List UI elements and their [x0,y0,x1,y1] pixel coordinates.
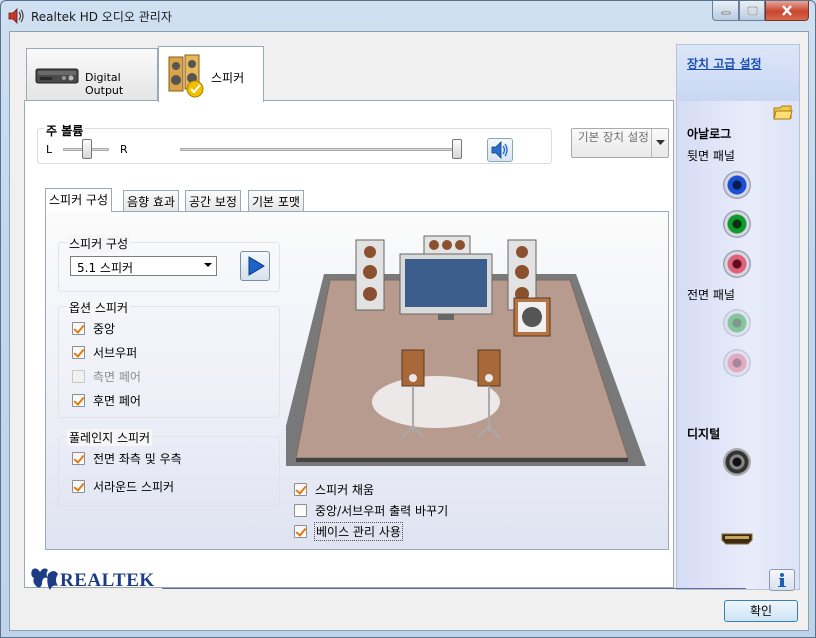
checkbox-box [72,346,85,359]
volume-slider-thumb[interactable] [452,139,462,159]
balance-right-label: R [120,143,128,156]
title-bar: Realtek HD 오디오 관리자 [1,1,815,31]
advanced-settings-header: 장치 고급 설정 [677,45,799,101]
back-panel-label: 뒷면 패널 [687,149,735,163]
front-panel-label: 전면 패널 [687,288,735,302]
checkbox-box [294,483,307,496]
checkbox-box [72,480,85,493]
play-icon [248,256,265,276]
default-device-label: 기본 장치 설정 [578,130,649,144]
minimize-icon [721,11,730,14]
volume-slider-track [180,148,458,151]
checkbox-box [72,370,85,383]
maximize-icon [746,5,758,16]
ok-button[interactable]: 확인 [724,600,798,622]
checkbox-center[interactable]: 중앙 [72,320,115,337]
balance-left-label: L [46,143,53,156]
default-device-dropdown[interactable]: 기본 장치 설정 [571,128,669,158]
balance-slider-thumb[interactable] [82,139,92,159]
jack-front-green-disabled [723,309,751,337]
close-icon [782,5,792,16]
main-volume-group: 주 볼륨 L R [37,122,552,164]
speaker-volume-icon [491,141,508,159]
checkbox-box [294,504,307,517]
checkbox-box [72,322,85,335]
speaker-tab-icon [168,54,204,98]
speaker-config-value: 5.1 스피커 [77,261,134,275]
speaker-config-select[interactable]: 5.1 스피커 [70,256,217,276]
window-title: Realtek HD 오디오 관리자 [31,10,172,24]
info-icon [778,573,786,587]
analog-heading: 아날로그 [687,127,732,141]
speaker-config-legend: 스피커 구성 [67,235,131,252]
jack-green-line-out[interactable] [723,210,751,238]
checkbox-label: 중앙/서브우퍼 출력 바꾸기 [315,504,449,518]
subtab-default-format[interactable]: 기본 포맷 [248,190,304,211]
checkbox-label: 서브우퍼 [93,346,138,360]
checkbox-surround[interactable]: 서라운드 스피커 [72,478,174,495]
chevron-down-icon [651,129,668,157]
checkbox-label: 후면 페어 [93,394,141,408]
digital-heading: 디지털 [687,427,721,441]
fullrange-speakers-group: 풀레인지 스피커 [58,429,280,506]
checkbox-box [72,394,85,407]
checkbox-label: 중앙 [93,322,116,336]
device-advanced-settings-link[interactable]: 장치 고급 설정 [687,55,762,72]
footer-divider [162,588,746,589]
folder-icon[interactable] [773,103,793,121]
realtek-logo: REALTEK [31,568,155,591]
checkbox-label: 측면 페어 [93,370,141,384]
optional-speakers-legend: 옵션 스피커 [67,299,131,316]
play-test-button[interactable] [240,251,270,281]
checkbox-box [294,525,307,538]
tab-digital-output-label: Digital Output [85,71,124,97]
mute-button[interactable] [487,138,513,162]
tab-digital-output[interactable]: Digital Output [26,48,158,101]
checkbox-bass-management[interactable]: 베이스 관리 사용 [294,522,403,541]
app-window: Realtek HD 오디오 관리자 Digital Output 스피커 주 … [0,0,816,638]
jack-optical-spdif[interactable] [723,448,751,476]
checkbox-speaker-fill[interactable]: 스피커 채움 [294,481,374,498]
client-area: Digital Output 스피커 주 볼륨 L R 기본 장치 설정 스피커… [9,31,809,631]
fullrange-speakers-legend: 풀레인지 스피커 [67,429,153,446]
speaker-app-icon [8,8,24,24]
checkbox-label: 스피커 채움 [315,483,375,497]
main-volume-legend: 주 볼륨 [44,122,86,139]
jack-front-pink-disabled [723,349,751,377]
checkbox-box [72,452,85,465]
close-button[interactable] [765,1,809,21]
subtab-room-correction[interactable]: 공간 보정 [185,190,241,211]
tab-speakers[interactable]: 스피커 [158,46,264,102]
checkbox-swap-center-sub[interactable]: 중앙/서브우퍼 출력 바꾸기 [294,502,448,519]
checkbox-label: 전면 좌측 및 우측 [93,452,182,466]
subtab-speaker-config[interactable]: 스피커 구성 [45,188,113,212]
checkbox-rear-pair[interactable]: 후면 페어 [72,392,141,409]
maximize-button[interactable] [739,1,765,21]
minimize-button[interactable] [712,1,739,21]
speakers-panel: 주 볼륨 L R 기본 장치 설정 스피커 구성 음향 효과 공간 보정 기본 … [24,100,674,588]
checkbox-label: 서라운드 스피커 [93,480,175,494]
jack-blue-line-in[interactable] [723,171,751,199]
speaker-room-illustration[interactable] [286,224,646,482]
svg-text:REALTEK: REALTEK [60,570,155,591]
connector-panel: 장치 고급 설정 아날로그 뒷면 패널 전면 패널 디지털 [676,44,800,590]
checkbox-label: 베이스 관리 사용 [314,522,403,541]
chevron-down-icon [204,263,212,267]
checkbox-side-pair: 측면 페어 [72,368,141,385]
hdmi-port-icon[interactable] [721,533,753,545]
tab-speakers-label: 스피커 [211,71,245,85]
subtab-sound-effects[interactable]: 음향 효과 [123,190,179,211]
digital-output-device-icon [35,68,79,84]
jack-pink-mic-in[interactable] [723,250,751,278]
speaker-config-panel: 스피커 구성 5.1 스피커 옵션 스피커 중앙 서브우퍼 측면 페어 후면 페… [45,211,669,550]
info-button[interactable] [769,569,795,591]
checkbox-subwoofer[interactable]: 서브우퍼 [72,344,137,361]
checkbox-front-lr[interactable]: 전면 좌측 및 우측 [72,450,182,467]
